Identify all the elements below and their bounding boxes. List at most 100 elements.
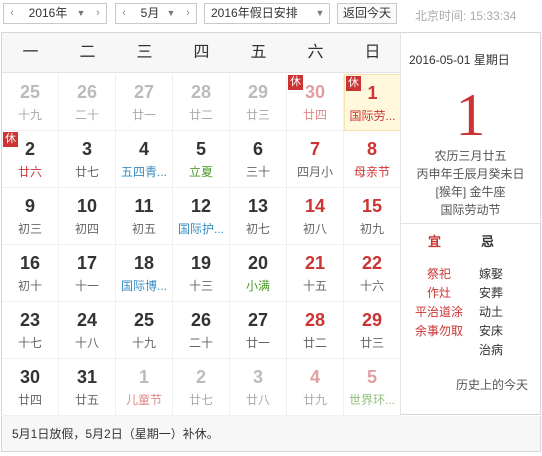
- day-cell[interactable]: 休 30 廿四: [287, 74, 344, 131]
- day-cell[interactable]: 26 二十: [59, 74, 116, 131]
- day-cell[interactable]: 13 初七: [230, 188, 287, 245]
- lunar-label: 十九: [17, 108, 42, 122]
- day-cell[interactable]: 26 二十: [173, 302, 230, 359]
- day-number: 22: [361, 253, 383, 273]
- day-number: 28: [304, 310, 326, 330]
- lunar-label: 初七: [245, 222, 270, 236]
- weekday-label: 五: [250, 44, 267, 61]
- day-cell[interactable]: 25 十九: [2, 74, 59, 131]
- day-cell[interactable]: 7 四月小: [287, 131, 344, 188]
- day-cell[interactable]: 15 初九: [344, 188, 401, 245]
- day-cell[interactable]: 20 小满: [230, 245, 287, 302]
- day-cell[interactable]: 29 廿三: [344, 302, 401, 359]
- day-cell[interactable]: 29 廿三: [230, 74, 287, 131]
- day-cell[interactable]: 17 十一: [59, 245, 116, 302]
- year-value: 2016年: [28, 6, 68, 20]
- lunar-label: 廿一: [245, 336, 270, 350]
- day-number: 5: [195, 139, 206, 159]
- day-cell[interactable]: 28 廿二: [173, 74, 230, 131]
- day-cell[interactable]: 4 廿九: [287, 359, 344, 416]
- lunar-label: 初三: [17, 222, 42, 236]
- holiday-selector[interactable]: 2016年假日安排 ▼: [204, 3, 330, 24]
- day-cell[interactable]: 23 十七: [2, 302, 59, 359]
- day-number: 8: [366, 139, 377, 159]
- day-number: 27: [133, 82, 155, 102]
- lunar-label: 小满: [245, 279, 270, 293]
- day-cell[interactable]: 休 2 廿六: [2, 131, 59, 188]
- chevron-down-icon[interactable]: ▼: [313, 4, 327, 23]
- prev-month-icon[interactable]: ‹: [116, 4, 132, 23]
- day-number: 27: [247, 310, 269, 330]
- weekday-label: 日: [364, 44, 381, 61]
- weekday-label: 一: [22, 44, 39, 61]
- year-selector[interactable]: ‹ 2016年 ▼ ›: [3, 3, 107, 24]
- day-cell[interactable]: 3 廿七: [59, 131, 116, 188]
- day-cell[interactable]: 8 母亲节: [344, 131, 401, 188]
- ganzhi-date: 丙申年壬辰月癸未日: [416, 167, 525, 181]
- day-cell[interactable]: 5 世界环...: [344, 359, 401, 416]
- lunar-label: 廿三: [245, 108, 270, 122]
- day-cell[interactable]: 休 1 国际劳...: [344, 74, 401, 131]
- beijing-clock: 北京时间: 15:33:34: [415, 7, 516, 24]
- day-cell[interactable]: 6 三十: [230, 131, 287, 188]
- day-number: 3: [81, 139, 92, 159]
- day-cell[interactable]: 28 廿二: [287, 302, 344, 359]
- day-cell[interactable]: 14 初八: [287, 188, 344, 245]
- day-cell[interactable]: 22 十六: [344, 245, 401, 302]
- chevron-down-icon[interactable]: ▼: [74, 4, 88, 23]
- day-cell[interactable]: 2 廿七: [173, 359, 230, 416]
- day-cell[interactable]: 12 国际护...: [173, 188, 230, 245]
- prev-year-icon[interactable]: ‹: [4, 4, 20, 23]
- lunar-label: 十七: [17, 336, 42, 350]
- day-cell[interactable]: 9 初三: [2, 188, 59, 245]
- day-cell[interactable]: 25 十九: [116, 302, 173, 359]
- ji-item: 安床: [478, 324, 503, 338]
- lunar-label: 初十: [17, 279, 42, 293]
- day-cell[interactable]: 27 廿一: [230, 302, 287, 359]
- lunar-label: 国际劳...: [349, 109, 396, 123]
- day-cell[interactable]: 30 廿四: [2, 359, 59, 416]
- day-number: 30: [19, 367, 41, 387]
- day-cell[interactable]: 16 初十: [2, 245, 59, 302]
- day-number: 1: [138, 367, 149, 387]
- divider: [401, 223, 540, 224]
- day-cell[interactable]: 19 十三: [173, 245, 230, 302]
- lunar-label: 廿二: [302, 336, 327, 350]
- day-cell[interactable]: 4 五四青...: [116, 131, 173, 188]
- weekday-header: 一 二 三 四 五 六 日: [2, 33, 400, 73]
- lunar-label: 二十: [188, 336, 213, 350]
- day-number: 9: [24, 196, 35, 216]
- history-today-link[interactable]: 历史上的今天: [401, 376, 540, 393]
- day-cell[interactable]: 21 十五: [287, 245, 344, 302]
- back-to-today-button[interactable]: 返回今天: [337, 3, 397, 24]
- day-number: 10: [76, 196, 98, 216]
- day-cell[interactable]: 24 十八: [59, 302, 116, 359]
- day-cell[interactable]: 3 廿八: [230, 359, 287, 416]
- lunar-label: 廿五: [74, 393, 99, 407]
- next-month-icon[interactable]: ›: [180, 4, 196, 23]
- chevron-down-icon[interactable]: ▼: [164, 4, 178, 23]
- day-number: 3: [252, 367, 263, 387]
- day-cell[interactable]: 5 立夏: [173, 131, 230, 188]
- lunar-label: 初四: [74, 222, 99, 236]
- day-cell[interactable]: 1 儿童节: [116, 359, 173, 416]
- month-selector[interactable]: ‹ 5月 ▼ ›: [115, 3, 197, 24]
- lunar-label: 廿四: [17, 393, 42, 407]
- day-number: 4: [138, 139, 149, 159]
- weekday-label: 六: [307, 44, 324, 61]
- next-year-icon[interactable]: ›: [90, 4, 106, 23]
- day-cell[interactable]: 10 初四: [59, 188, 116, 245]
- day-cell[interactable]: 18 国际博...: [116, 245, 173, 302]
- yi-item: 余事勿取: [414, 324, 463, 338]
- day-number: 14: [304, 196, 326, 216]
- day-cell[interactable]: 27 廿一: [116, 74, 173, 131]
- lunar-label: 廿七: [74, 165, 99, 179]
- yi-item: 作灶: [426, 286, 451, 300]
- day-cell[interactable]: 11 初五: [116, 188, 173, 245]
- day-number: 13: [247, 196, 269, 216]
- holiday-value: 2016年假日安排: [211, 6, 298, 20]
- lunar-label: 廿六: [17, 165, 42, 179]
- day-cell[interactable]: 31 廿五: [59, 359, 116, 416]
- day-number: 31: [76, 367, 98, 387]
- selected-day-number: 1: [455, 82, 486, 148]
